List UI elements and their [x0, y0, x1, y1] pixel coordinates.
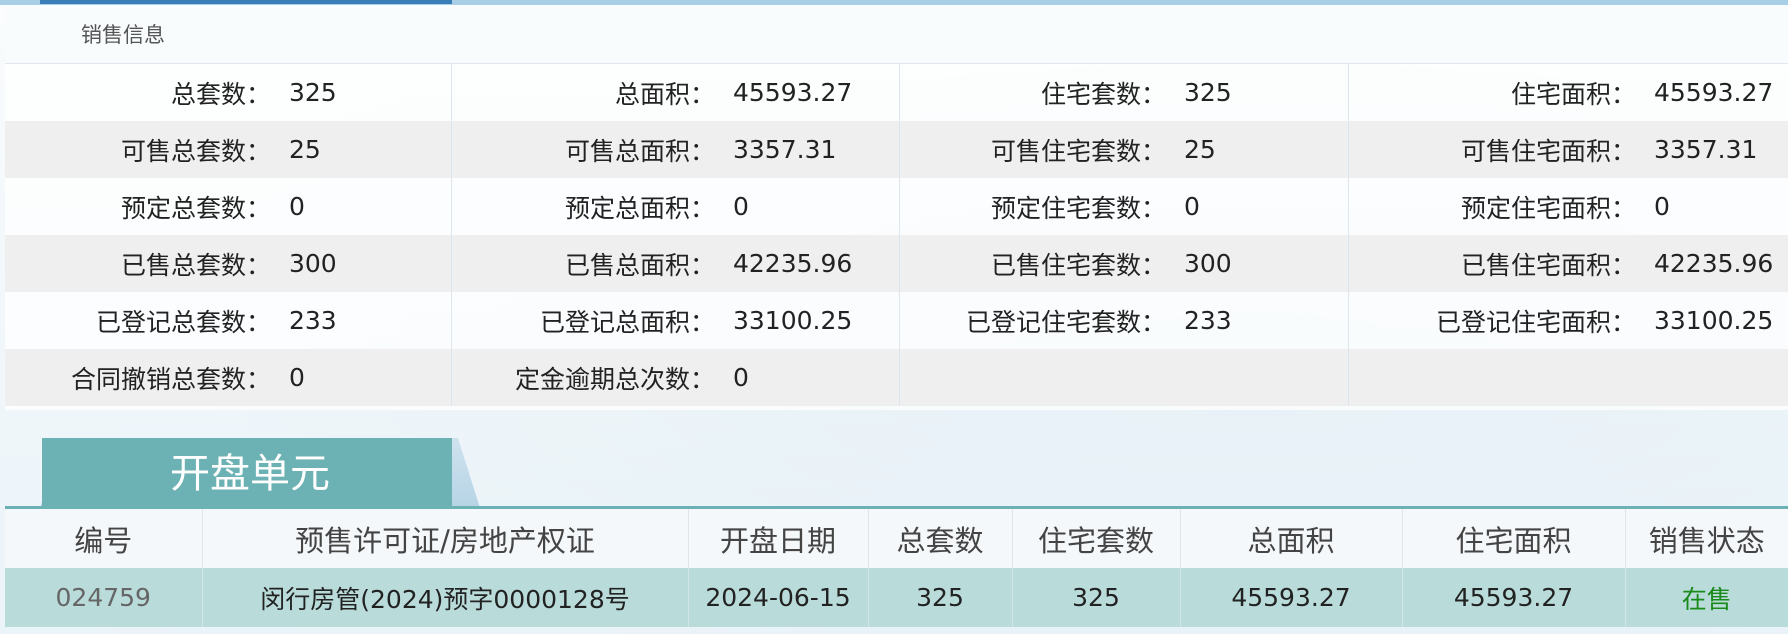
info-label: 定金逾期总次数：: [451, 349, 715, 406]
sales-info-row: 总套数： 325 总面积： 45593.27 住宅套数： 325 住宅面积： 45593.27: [5, 64, 1788, 121]
info-value: 0: [271, 178, 452, 235]
info-label: 预定住宅套数：: [990, 193, 1166, 223]
info-label: 预定总面积：: [564, 193, 715, 223]
info-label: 可售总套数：: [5, 121, 271, 178]
info-label: 已登记住宅面积：: [1435, 307, 1636, 337]
info-value: 42235.96: [1636, 235, 1788, 292]
col-license-header: 预售许可证/房地产权证: [202, 509, 689, 568]
info-value: [1166, 349, 1349, 406]
info-value: 0: [271, 349, 452, 406]
col-status-header: 销售状态: [1625, 509, 1788, 568]
info-label: 可售总面积：: [451, 121, 715, 178]
info-value: 45593.27: [715, 64, 900, 121]
info-label: 总面积：: [614, 79, 715, 109]
info-label: [1348, 349, 1636, 406]
info-label: 可售住宅套数：: [899, 121, 1166, 178]
info-label: 住宅套数：: [1040, 79, 1166, 109]
sales-info-title: 销售信息: [5, 5, 1788, 64]
info-label: 已售住宅套数：: [899, 235, 1166, 292]
info-value: 25: [271, 121, 452, 178]
info-value: 0: [715, 349, 900, 406]
open-units-table: 编号 预售许可证/房地产权证 开盘日期 总套数 住宅套数 总面积 住宅面积 销售状态 0247…: [5, 509, 1788, 627]
top-tab-indicator: [40, 0, 452, 4]
sales-info-panel: 销售信息 总套数： 325 总面积： 45593.27 住宅套数： 325 住宅面积： 455…: [5, 5, 1788, 410]
info-value: [1636, 349, 1788, 406]
open-units-title: 开盘单元: [42, 438, 452, 508]
info-value: 3357.31: [715, 121, 900, 178]
info-label: 可售住宅面积：: [1348, 121, 1636, 178]
col-id-header: 编号: [5, 509, 203, 568]
info-label: [899, 349, 1166, 406]
cell-license[interactable]: 闵行房管(2024)预字0000128号: [202, 568, 689, 627]
sales-info-row: 合同撤销总套数： 0 定金逾期总次数： 0: [5, 349, 1788, 406]
info-value: 33100.25: [715, 292, 900, 349]
sales-info-table: 总套数： 325 总面积： 45593.27 住宅套数： 325 住宅面积： 45593.27…: [5, 64, 1788, 406]
info-value: 233: [271, 292, 452, 349]
sales-info-row: 可售总套数： 25 可售总面积： 3357.31 可售住宅套数： 25 可售住宅面积： 335…: [5, 121, 1788, 178]
col-total-units-header: 总套数: [868, 509, 1013, 568]
info-value: 0: [715, 178, 900, 235]
cell-total-units: 325: [868, 568, 1013, 627]
info-label: 已登记总面积：: [539, 307, 715, 337]
cell-res-units: 325: [1012, 568, 1181, 627]
info-value: 42235.96: [715, 235, 900, 292]
info-label: 合同撤销总套数：: [5, 349, 271, 406]
info-value: 300: [271, 235, 452, 292]
cell-total-area: 45593.27: [1180, 568, 1403, 627]
sales-info-row: 已售总套数： 300 已售总面积： 42235.96 已售住宅套数： 300 已售住宅面积：…: [5, 235, 1788, 292]
col-total-area-header: 总面积: [1180, 509, 1403, 568]
info-value: 25: [1166, 121, 1349, 178]
col-res-units-header: 住宅套数: [1012, 509, 1181, 568]
info-value: 3357.31: [1636, 121, 1788, 178]
info-value: 300: [1166, 235, 1349, 292]
info-value: 233: [1166, 292, 1349, 349]
info-value: 33100.25: [1654, 306, 1774, 335]
open-units-tab[interactable]: 开盘单元: [40, 438, 480, 508]
info-label: 住宅面积：: [1510, 79, 1636, 109]
info-value: 0: [1654, 192, 1670, 221]
unit-row[interactable]: 024759 闵行房管(2024)预字0000128号 2024-06-15 325 3…: [5, 568, 1788, 627]
info-value: 325: [271, 64, 452, 121]
info-value: 45593.27: [1654, 78, 1774, 107]
cell-res-area: 45593.27: [1402, 568, 1626, 627]
sales-info-row: 预定总套数： 0 预定总面积： 0 预定住宅套数： 0 预定住宅面积： 0: [5, 178, 1788, 235]
cell-open-date: 2024-06-15: [688, 568, 869, 627]
info-label: 已售总套数：: [5, 235, 271, 292]
info-value: 0: [1166, 178, 1349, 235]
cell-status: 在售: [1625, 568, 1788, 627]
info-label: 预定住宅面积：: [1460, 193, 1636, 223]
cell-id: 024759: [5, 568, 203, 627]
col-open-date-header: 开盘日期: [688, 509, 869, 568]
info-label: 已登记总套数：: [95, 307, 271, 337]
sales-info-row: 已登记总套数： 233 已登记总面积： 33100.25 已登记住宅套数： 233 已登记住…: [5, 292, 1788, 349]
info-label: 已售总面积：: [451, 235, 715, 292]
info-label: 已登记住宅套数：: [965, 307, 1166, 337]
info-value: 325: [1166, 64, 1349, 121]
info-label: 已售住宅面积：: [1348, 235, 1636, 292]
col-res-area-header: 住宅面积: [1402, 509, 1626, 568]
info-label: 预定总套数：: [120, 193, 271, 223]
open-units-section: 开盘单元 编号 预售许可证/房地产权证 开盘日期 总套数 住宅套数 总面积 住宅面积 销售状态…: [0, 438, 1788, 634]
info-label: 总套数：: [170, 79, 271, 109]
